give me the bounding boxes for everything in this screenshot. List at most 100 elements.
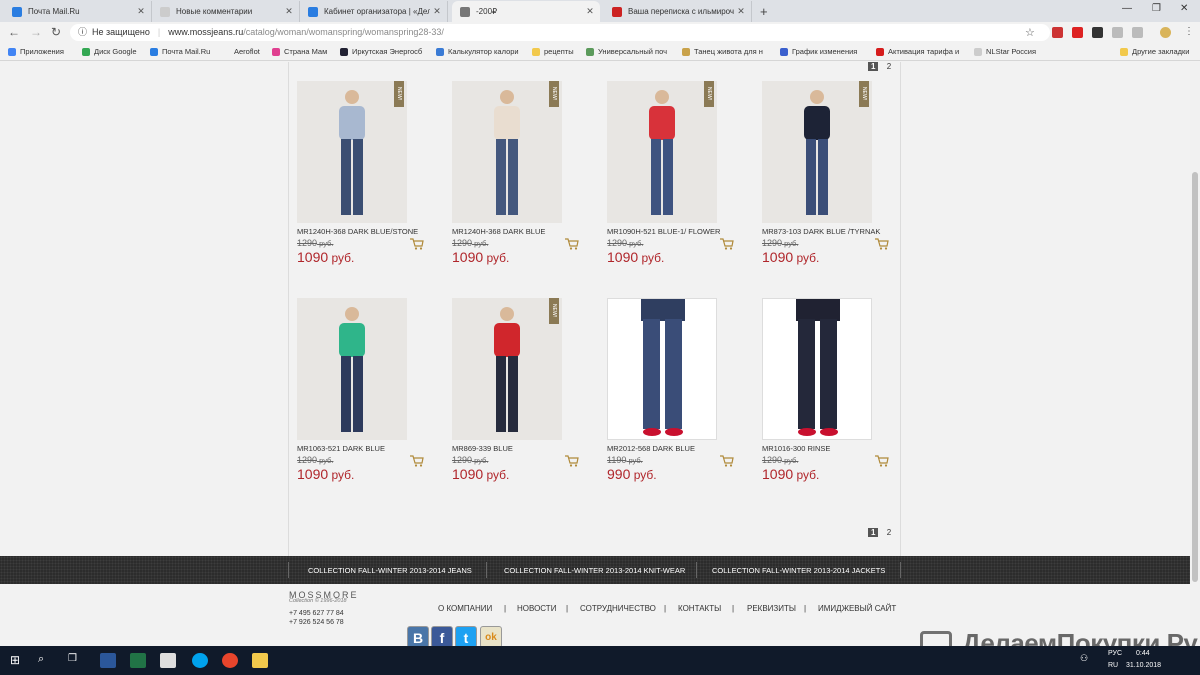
- add-to-cart-icon[interactable]: [875, 238, 889, 250]
- product-photo[interactable]: NEW!: [762, 81, 872, 223]
- footer-nav-about[interactable]: О КОМПАНИИ: [438, 604, 492, 613]
- page-link-active[interactable]: 1: [868, 528, 879, 537]
- product-card[interactable]: NEW! MR1090H-521 BLUE-1/ FLOWER 1290 руб. 1…: [607, 81, 747, 265]
- close-icon[interactable]: ✕: [583, 6, 597, 17]
- search-icon[interactable]: ⌕: [38, 653, 54, 668]
- product-photo[interactable]: NEW!: [297, 81, 407, 223]
- windows-start-icon[interactable]: ⊞: [10, 653, 26, 668]
- product-name[interactable]: MR869-339 BLUE: [452, 444, 592, 453]
- product-card[interactable]: MR1016-300 RINSE 1290 руб. 1090 руб.: [762, 298, 902, 482]
- language-indicator[interactable]: РУС: [1108, 650, 1122, 657]
- bookmark-item[interactable]: Калькулятор калори: [436, 47, 519, 56]
- product-card[interactable]: MR2012-568 DARK BLUE 1190 руб. 990 руб.: [607, 298, 747, 482]
- product-name[interactable]: MR1016-300 RINSE: [762, 444, 902, 453]
- product-name[interactable]: MR1240H-368 DARK BLUE/STONE: [297, 227, 437, 236]
- new-tab-button[interactable]: +: [760, 4, 768, 19]
- add-to-cart-icon[interactable]: [720, 455, 734, 467]
- product-name[interactable]: MR2012-568 DARK BLUE: [607, 444, 747, 453]
- forward-icon[interactable]: →: [30, 25, 42, 39]
- collection-link-jeans[interactable]: COLLECTION FALL-WINTER 2013-2014 JEANS: [308, 566, 472, 575]
- bookmark-item[interactable]: Иркутская Энергосб: [340, 47, 422, 56]
- word-icon[interactable]: [100, 653, 116, 668]
- task-view-icon[interactable]: ❒: [68, 653, 84, 668]
- footer-nav-cooperation[interactable]: СОТРУДНИЧЕСТВО: [580, 604, 656, 613]
- facebook-icon[interactable]: f: [431, 626, 453, 646]
- product-photo[interactable]: [297, 298, 407, 440]
- skype-icon[interactable]: [192, 653, 208, 668]
- close-icon[interactable]: ✕: [134, 6, 148, 17]
- extension-icon[interactable]: [1052, 27, 1063, 38]
- product-name[interactable]: MR1240H-368 DARK BLUE: [452, 227, 592, 236]
- product-card[interactable]: MR1063-521 DARK BLUE 1290 руб. 1090 руб.: [297, 298, 437, 482]
- add-to-cart-icon[interactable]: [875, 455, 889, 467]
- bookmark-item[interactable]: Танец живота для н: [682, 47, 763, 56]
- tab-mail[interactable]: Почта Mail.Ru ✕: [4, 1, 152, 22]
- page-link[interactable]: 2: [887, 528, 891, 537]
- page-scrollbar[interactable]: [1190, 62, 1200, 646]
- info-icon[interactable]: ⓘ: [78, 24, 87, 41]
- product-card[interactable]: NEW! MR869-339 BLUE 1290 руб. 1090 руб.: [452, 298, 592, 482]
- profile-avatar[interactable]: [1160, 27, 1171, 38]
- add-to-cart-icon[interactable]: [410, 455, 424, 467]
- page-link-active[interactable]: 1: [868, 62, 879, 71]
- add-to-cart-icon[interactable]: [565, 238, 579, 250]
- collection-link-jackets[interactable]: COLLECTION FALL-WINTER 2013-2014 JACKETS: [712, 566, 885, 575]
- bookmark-other[interactable]: Другие закладки: [1120, 47, 1189, 56]
- product-photo[interactable]: NEW!: [607, 81, 717, 223]
- extension-icon[interactable]: [1132, 27, 1143, 38]
- vkontakte-icon[interactable]: B: [407, 626, 429, 646]
- product-photo[interactable]: NEW!: [452, 81, 562, 223]
- product-card[interactable]: NEW! MR1240H-368 DARK BLUE/STONE 1290 руб.…: [297, 81, 437, 265]
- bookmark-item[interactable]: Aeroflot: [222, 47, 260, 56]
- bookmark-item[interactable]: Страна Мам: [272, 47, 327, 56]
- product-name[interactable]: MR1063-521 DARK BLUE: [297, 444, 437, 453]
- bookmark-item[interactable]: рецепты: [532, 47, 574, 56]
- bookmark-item[interactable]: NLStar Россия: [974, 47, 1036, 56]
- back-icon[interactable]: ←: [8, 25, 20, 39]
- file-explorer-icon[interactable]: [252, 653, 268, 668]
- odnoklassniki-icon[interactable]: ok: [480, 626, 502, 646]
- footer-nav-contacts[interactable]: КОНТАКТЫ: [678, 604, 721, 613]
- extension-icon[interactable]: [1092, 27, 1103, 38]
- window-close-icon[interactable]: ✕: [1180, 3, 1188, 14]
- product-card[interactable]: NEW! MR1240H-368 DARK BLUE 1290 руб. 1090 р…: [452, 81, 592, 265]
- people-icon[interactable]: ⚇: [1080, 653, 1088, 664]
- close-icon[interactable]: ✕: [734, 6, 748, 17]
- collection-link-knitwear[interactable]: COLLECTION FALL-WINTER 2013-2014 KNIT-WE…: [504, 566, 685, 575]
- bookmark-apps[interactable]: Приложения: [8, 47, 64, 56]
- add-to-cart-icon[interactable]: [410, 238, 424, 250]
- bookmark-star-icon[interactable]: ☆: [1025, 26, 1035, 39]
- bookmark-item[interactable]: Активация тарифа и: [876, 47, 959, 56]
- add-to-cart-icon[interactable]: [565, 455, 579, 467]
- scroll-thumb[interactable]: [1192, 172, 1198, 582]
- tab-mail-conversation[interactable]: Ваша переписка с ильмирочка ✕: [604, 1, 752, 22]
- footer-nav-news[interactable]: НОВОСТИ: [517, 604, 556, 613]
- close-icon[interactable]: ✕: [430, 6, 444, 17]
- bookmark-item[interactable]: График изменения: [780, 47, 857, 56]
- close-icon[interactable]: ✕: [282, 6, 296, 17]
- menu-icon[interactable]: ⋮: [1184, 26, 1194, 37]
- footer-nav-image-site[interactable]: ИМИДЖЕВЫЙ САЙТ: [818, 604, 896, 613]
- product-photo[interactable]: [607, 298, 717, 440]
- chrome-icon[interactable]: [222, 653, 238, 668]
- tab-mossjeans[interactable]: -200₽ ✕: [452, 1, 600, 22]
- extension-icon[interactable]: [1072, 27, 1083, 38]
- add-to-cart-icon[interactable]: [720, 238, 734, 250]
- footer-nav-requisites[interactable]: РЕКВИЗИТЫ: [747, 604, 796, 613]
- reload-icon[interactable]: ↻: [51, 25, 61, 39]
- url-field[interactable]: ⓘ Не защищено | www.mossjeans.ru/catalog…: [70, 24, 1050, 41]
- tab-comments[interactable]: Новые комментарии ✕: [152, 1, 300, 22]
- clock-date[interactable]: 31.10.2018: [1126, 662, 1161, 669]
- product-name[interactable]: MR873-103 DARK BLUE /TYRNAK: [762, 227, 902, 236]
- twitter-icon[interactable]: t: [455, 626, 477, 646]
- mail-icon[interactable]: [160, 653, 176, 668]
- product-photo[interactable]: NEW!: [452, 298, 562, 440]
- product-name[interactable]: MR1090H-521 BLUE-1/ FLOWER: [607, 227, 747, 236]
- product-photo[interactable]: [762, 298, 872, 440]
- extension-icon[interactable]: [1112, 27, 1123, 38]
- product-card[interactable]: NEW! MR873-103 DARK BLUE /TYRNAK 1290 руб.…: [762, 81, 902, 265]
- tab-organizer[interactable]: Кабинет организатора | «Делае ✕: [300, 1, 448, 22]
- clock-time[interactable]: 0:44: [1136, 650, 1150, 657]
- page-link[interactable]: 2: [887, 62, 891, 71]
- bookmark-item[interactable]: Универсальный поч: [586, 47, 667, 56]
